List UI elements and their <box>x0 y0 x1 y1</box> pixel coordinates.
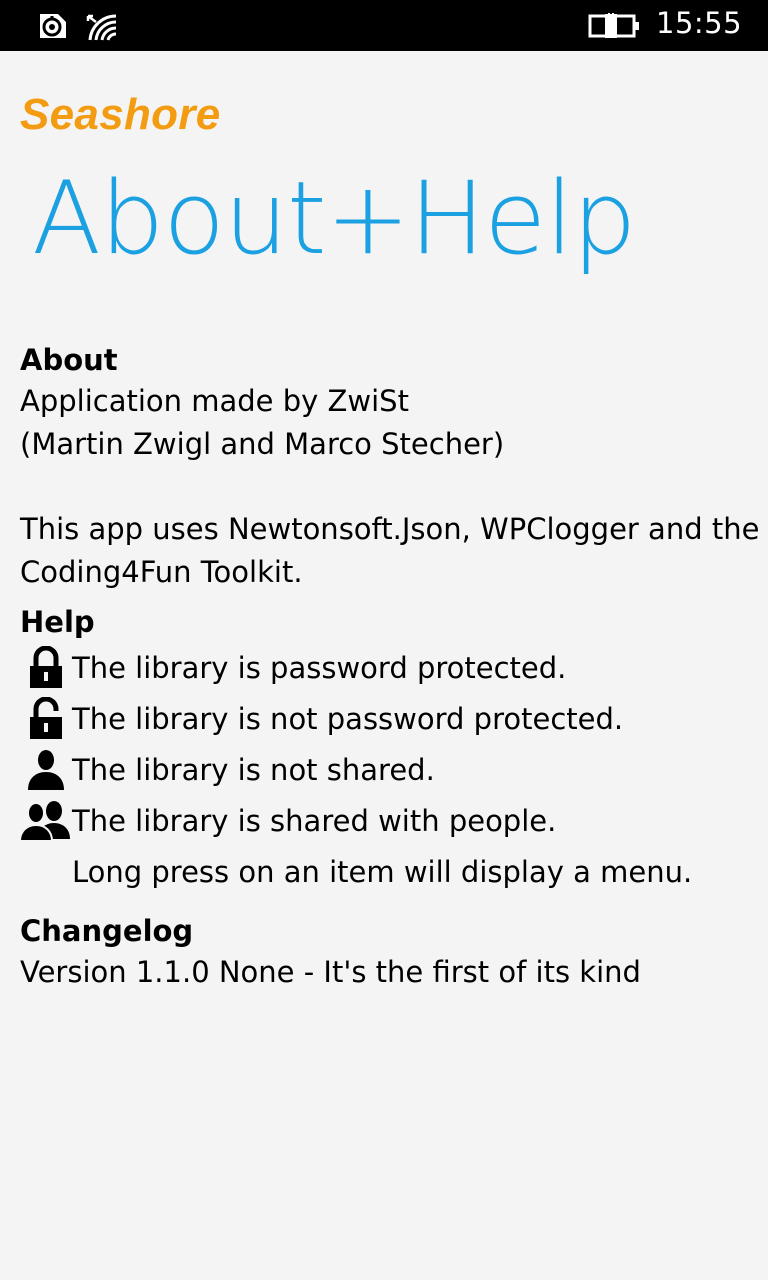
changelog-entry: Version 1.1.0 None - It's the first of i… <box>20 955 641 989</box>
help-section: Help The library is password protected. <box>20 602 750 897</box>
help-item: Long press on an item will display a men… <box>20 846 750 897</box>
about-line-2: (Martin Zwigl and Marco Stecher) <box>20 427 505 461</box>
person-icon <box>20 748 72 792</box>
help-item: The library is password protected. <box>20 642 750 693</box>
people-icon <box>20 799 72 843</box>
changelog-section: Changelog Version 1.1.0 None - It's the … <box>20 911 750 994</box>
libraries-line-1: This app uses Newtonsoft.Json, WPClogger… <box>20 512 760 546</box>
status-bar: 15:55 <box>0 0 768 51</box>
lock-open-icon <box>20 696 72 741</box>
lock-closed-icon <box>20 645 72 690</box>
help-item-text: Long press on an item will display a men… <box>72 854 693 889</box>
help-item-text: The library is shared with people. <box>72 803 557 838</box>
content: About Application made by ZwiSt (Martin … <box>20 340 760 994</box>
battery-charging-icon <box>588 13 642 39</box>
help-list: The library is password protected. The l… <box>20 642 750 897</box>
help-item-text: The library is password protected. <box>72 650 567 685</box>
help-item: The library is not shared. <box>20 744 750 795</box>
help-item: The library is not password protected. <box>20 693 750 744</box>
help-icon-empty <box>20 850 72 894</box>
about-line-1: Application made by ZwiSt <box>20 384 409 418</box>
about-heading: About <box>20 343 118 377</box>
wifi-icon <box>84 10 120 42</box>
data-sense-icon <box>36 10 70 42</box>
libraries-line-2: Coding4Fun Toolkit. <box>20 555 303 589</box>
help-item-text: The library is not shared. <box>72 752 435 787</box>
help-heading: Help <box>20 605 95 639</box>
page-title: About+Help <box>32 159 636 277</box>
help-item: The library is shared with people. <box>20 795 750 846</box>
app-title: Seashore <box>20 90 221 139</box>
help-item-text: The library is not password protected. <box>72 701 624 736</box>
status-time: 15:55 <box>656 6 743 40</box>
changelog-heading: Changelog <box>20 914 194 948</box>
about-section: About Application made by ZwiSt (Martin … <box>20 340 760 594</box>
